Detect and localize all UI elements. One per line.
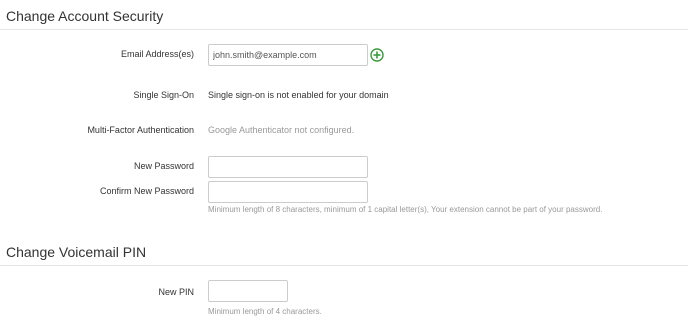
confirm-password-label: Confirm New Password [99, 186, 194, 196]
pin-requirements-help: Minimum length of 4 characters. [208, 307, 322, 316]
section-divider [0, 29, 688, 30]
section-title-account-security: Change Account Security [6, 8, 164, 24]
email-field[interactable] [208, 44, 368, 66]
password-requirements-help: Minimum length of 8 characters, minimum … [208, 205, 603, 214]
confirm-password-field[interactable] [208, 181, 368, 203]
mfa-label: Multi-Factor Authentication [87, 125, 194, 135]
new-pin-label: New PIN [158, 287, 194, 297]
mfa-status: Google Authenticator not configured. [208, 125, 355, 135]
sso-status: Single sign-on is not enabled for your d… [208, 90, 389, 100]
new-pin-field[interactable] [208, 280, 288, 302]
new-password-field[interactable] [208, 156, 368, 178]
section-title-voicemail-pin: Change Voicemail PIN [6, 244, 147, 260]
email-label: Email Address(es) [120, 49, 194, 59]
new-password-label: New Password [133, 161, 194, 171]
sso-label: Single Sign-On [133, 90, 194, 100]
section-divider [0, 265, 688, 266]
plus-circle-icon[interactable] [370, 48, 384, 62]
